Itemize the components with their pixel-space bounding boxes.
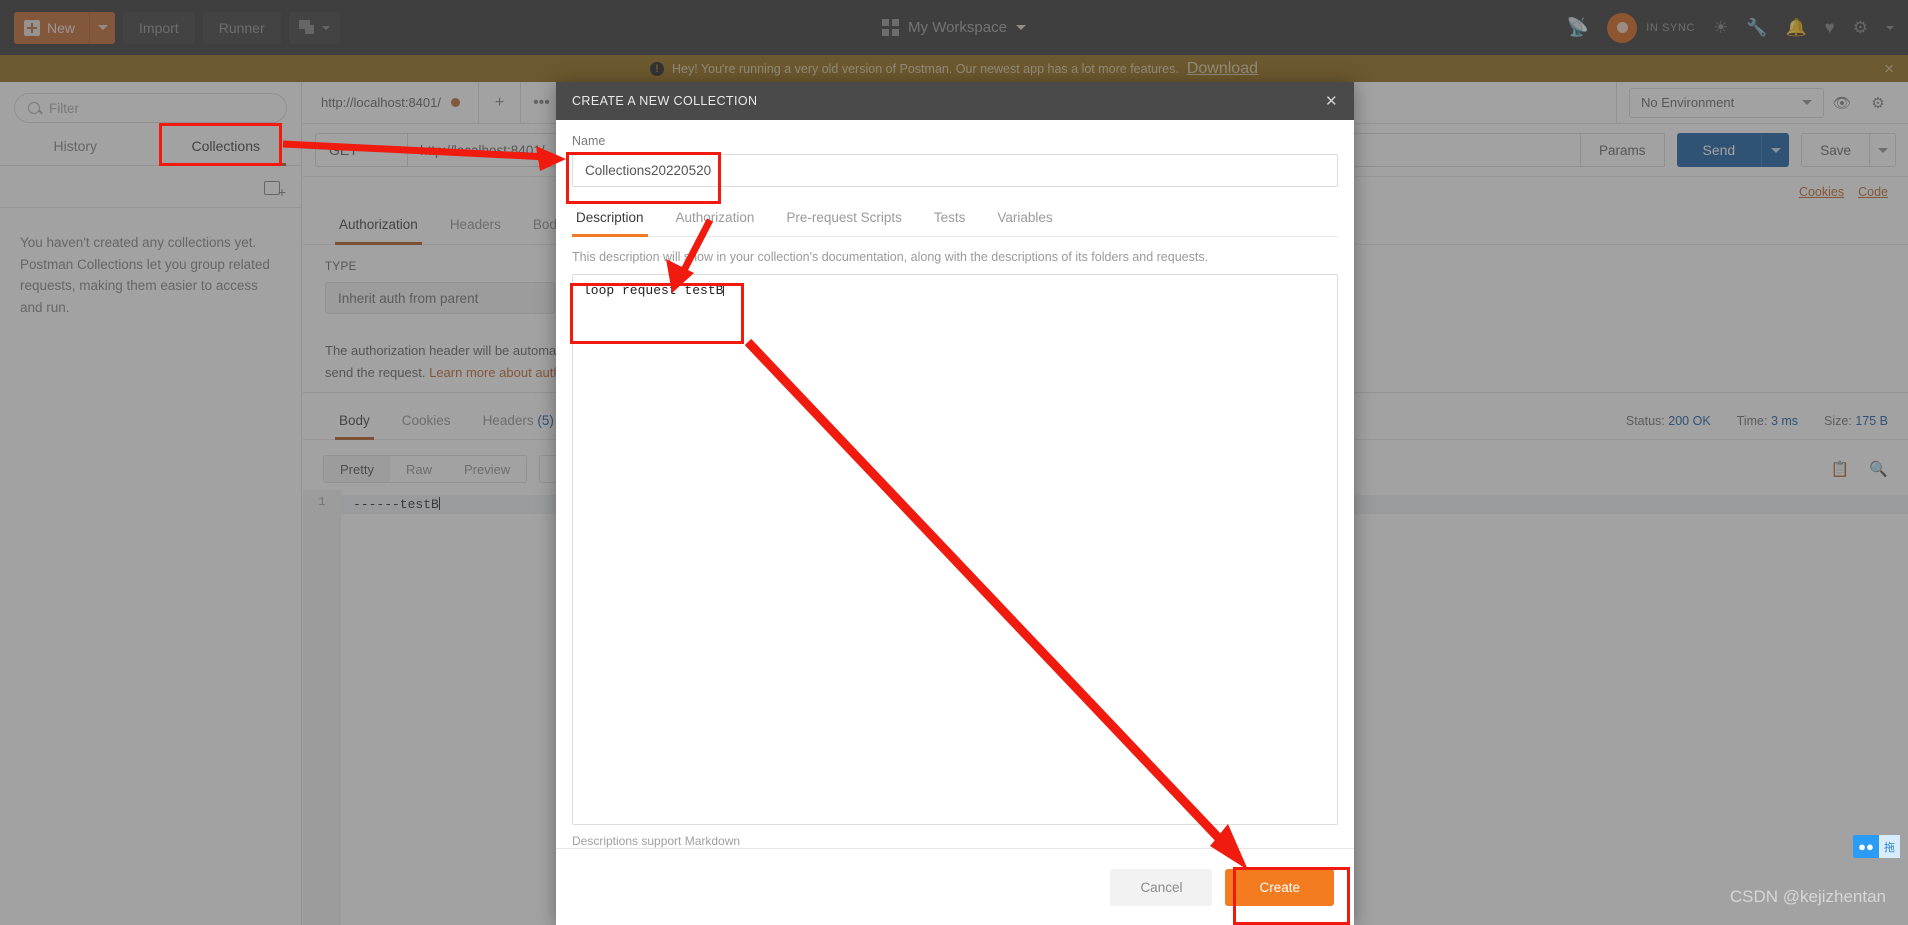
modal-tab-tests[interactable]: Tests — [918, 204, 982, 236]
app-root: New Import Runner My Workspace 📡 IN SYNC… — [0, 0, 1908, 925]
modal-tab-variables[interactable]: Variables — [981, 204, 1068, 236]
description-textarea[interactable]: loop request testB — [572, 274, 1338, 825]
modal-tabs: Description Authorization Pre-request Sc… — [572, 204, 1338, 237]
modal-tab-authorization[interactable]: Authorization — [660, 204, 771, 236]
annotation-box-description — [570, 283, 744, 344]
cancel-button[interactable]: Cancel — [1110, 868, 1213, 906]
annotation-box-create — [1233, 867, 1350, 925]
name-label: Name — [572, 134, 606, 148]
annotation-box-collections — [159, 123, 282, 166]
modal-tab-pre-request-scripts[interactable]: Pre-request Scripts — [770, 204, 918, 236]
description-help-text: This description will show in your colle… — [572, 250, 1209, 264]
modal-title: CREATE A NEW COLLECTION — [572, 94, 758, 108]
csdn-watermark: CSDN @kejizhentan — [1729, 887, 1886, 906]
markdown-hint: Descriptions support Markdown — [572, 834, 741, 848]
baidu-chip-label: 拖 — [1879, 835, 1900, 858]
modal-tab-description[interactable]: Description — [572, 204, 660, 237]
close-icon[interactable]: ✕ — [1325, 92, 1338, 110]
baidu-toolbar-chip[interactable]: ●● 拖 — [1853, 835, 1900, 858]
create-collection-modal: CREATE A NEW COLLECTION ✕ Name Collectio… — [556, 82, 1354, 925]
modal-header: CREATE A NEW COLLECTION ✕ — [556, 82, 1354, 120]
annotation-box-name-input — [566, 152, 721, 204]
baidu-icon: ●● — [1853, 835, 1879, 858]
modal-body: Name Collections20220520 Description Aut… — [556, 120, 1354, 848]
